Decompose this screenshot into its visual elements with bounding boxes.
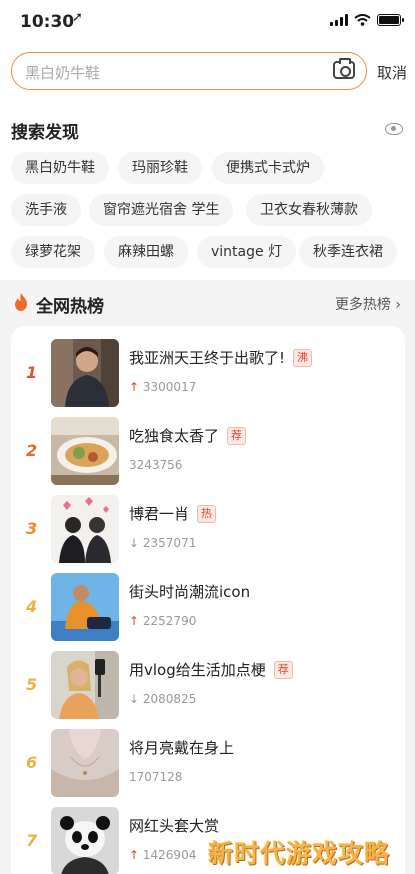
status-icons <box>330 14 404 26</box>
hot-list-header: 全网热榜 更多热榜 › <box>0 280 415 324</box>
hot-list-title: 全网热榜 <box>36 297 104 317</box>
hot-list-item[interactable]: 3 博君一肖热 ↓ 2357071 <box>11 495 405 573</box>
discover-chip[interactable]: 便携式卡式炉 <box>212 152 324 184</box>
heat-number: 2357071 <box>142 536 197 550</box>
hot-list-item[interactable]: 6 将月亮戴在身上 1707128 <box>11 729 405 807</box>
thumbnail-image <box>51 417 119 485</box>
discover-chip[interactable]: 秋季连衣裙 <box>299 236 397 268</box>
status-badge: 热 <box>197 505 217 523</box>
item-title: 网红头套大赏 <box>129 815 219 836</box>
heat-number: 1426904 <box>142 848 197 862</box>
search-placeholder: 黑白奶牛鞋 <box>25 64 101 82</box>
camera-icon[interactable] <box>333 58 355 79</box>
rank-number: 6 <box>26 753 38 772</box>
heat-number: 3300017 <box>142 380 197 394</box>
more-hot-link[interactable]: 更多热榜 › <box>335 294 401 314</box>
thumbnail-image <box>51 339 119 407</box>
status-time: 10:30 <box>20 12 75 32</box>
search-input[interactable]: 黑白奶牛鞋 <box>11 52 367 90</box>
discover-chip[interactable]: vintage 灯 <box>197 236 297 268</box>
heat-value: 3243756 <box>129 458 182 472</box>
rank-number: 7 <box>26 831 38 850</box>
heat-value: ↓ 2080825 <box>129 692 196 706</box>
discover-chip[interactable]: 洗手液 <box>11 194 81 226</box>
search-bar: 黑白奶牛鞋 取消 <box>0 44 415 96</box>
thumbnail-image <box>51 807 119 874</box>
heat-value: ↓ 2357071 <box>129 536 196 550</box>
rank-number: 5 <box>26 675 38 694</box>
location-arrow-icon: ➚ <box>72 10 83 25</box>
rank-number: 1 <box>26 363 38 382</box>
rank-number: 2 <box>26 441 38 460</box>
heat-number: 3243756 <box>129 458 183 472</box>
item-title-text: 用vlog给生活加点梗 <box>129 661 266 679</box>
heat-value: 1707128 <box>129 770 182 784</box>
discover-chip[interactable]: 黑白奶牛鞋 <box>11 152 109 184</box>
heat-value: ↑ 1426904 <box>129 848 196 862</box>
item-title: 吃独食太香了荐 <box>129 425 247 446</box>
item-title-text: 我亚洲天王终于出歌了! <box>129 349 286 367</box>
arrow-up-icon: ↑ <box>129 380 140 394</box>
flame-icon <box>15 293 27 311</box>
thumbnail-image <box>51 495 119 563</box>
thumbnail-image <box>51 573 119 641</box>
status-badge: 荐 <box>227 427 247 445</box>
heat-number: 1707128 <box>129 770 183 784</box>
hot-list-item[interactable]: 2 吃独食太香了荐 3243756 <box>11 417 405 495</box>
eye-icon[interactable] <box>385 123 403 135</box>
discover-chip[interactable]: 麻辣田螺 <box>104 236 188 268</box>
hot-list-card: 1 我亚洲天王终于出歌了! 沸 ↑ 3300017 2 吃独食太香了 荐 324… <box>11 326 405 874</box>
arrow-down-icon: ↓ <box>129 692 140 706</box>
heat-value: ↑ 2252790 <box>129 614 196 628</box>
heat-number: 2080825 <box>142 692 197 706</box>
rank-number: 4 <box>26 597 38 616</box>
search-discover-section: 搜索发现 黑白奶牛鞋 玛丽珍鞋 便携式卡式炉 洗手液 窗帘遮光宿舍 学生 卫衣女… <box>0 96 415 280</box>
heat-number: 2252790 <box>142 614 197 628</box>
item-title-text: 将月亮戴在身上 <box>129 739 235 757</box>
item-title-text: 博君一肖 <box>129 505 190 523</box>
battery-icon <box>377 14 404 26</box>
arrow-up-icon: ↑ <box>129 848 140 862</box>
status-badge: 沸 <box>293 349 313 367</box>
item-title: 我亚洲天王终于出歌了! 沸 <box>129 347 313 368</box>
discover-chip[interactable]: 卫衣女春秋薄款 <box>246 194 372 226</box>
watermark: 新时代游戏攻略 <box>208 839 391 868</box>
discover-chip[interactable]: 窗帘遮光宿舍 学生 <box>89 194 234 226</box>
cellular-signal-icon <box>330 14 348 26</box>
arrow-down-icon: ↓ <box>129 536 140 550</box>
rank-number: 3 <box>26 519 38 538</box>
discover-chip[interactable]: 绿萝花架 <box>11 236 95 268</box>
heat-value: ↑ 3300017 <box>129 380 196 394</box>
status-bar: 10:30 ➚ <box>0 0 415 44</box>
status-badge: 荐 <box>273 661 293 679</box>
wifi-icon <box>354 14 371 26</box>
hot-list-item[interactable]: 4 街头时尚潮流icon ↑ 2252790 <box>11 573 405 651</box>
item-title: 博君一肖热 <box>129 503 217 524</box>
item-title: 街头时尚潮流icon <box>129 581 250 602</box>
item-title: 用vlog给生活加点梗荐 <box>129 659 293 680</box>
thumbnail-image <box>51 651 119 719</box>
arrow-up-icon: ↑ <box>129 614 140 628</box>
item-title: 将月亮戴在身上 <box>129 737 234 758</box>
item-title-text: 吃独食太香了 <box>129 427 220 445</box>
discover-chip[interactable]: 玛丽珍鞋 <box>118 152 202 184</box>
cancel-button[interactable]: 取消 <box>377 62 407 83</box>
item-title-text: 街头时尚潮流icon <box>129 583 251 601</box>
hot-list-item[interactable]: 1 我亚洲天王终于出歌了! 沸 ↑ 3300017 <box>11 339 405 417</box>
thumbnail-image <box>51 729 119 797</box>
item-title-text: 网红头套大赏 <box>129 817 220 835</box>
hot-list-item[interactable]: 5 用vlog给生活加点梗荐 ↓ 2080825 <box>11 651 405 729</box>
discover-title: 搜索发现 <box>11 123 79 143</box>
